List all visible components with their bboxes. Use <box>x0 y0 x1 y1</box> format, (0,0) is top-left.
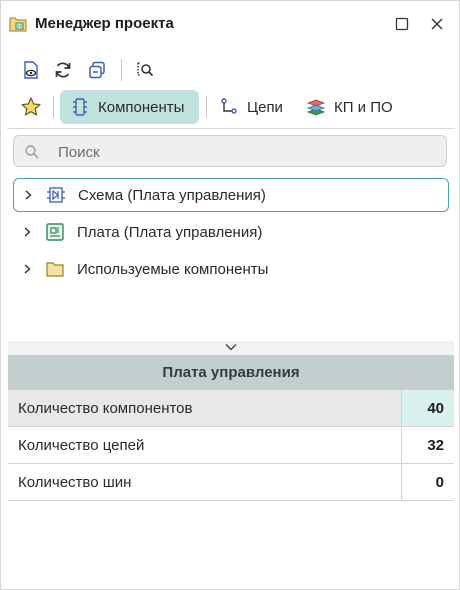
properties-table: Плата управления Количество компонентов … <box>8 355 454 501</box>
chevron-right-icon[interactable] <box>17 184 39 206</box>
table-row[interactable]: Количество компонентов 40 <box>8 390 454 427</box>
schematic-icon <box>44 183 68 207</box>
tree-item-schematic[interactable]: Схема (Плата управления) <box>13 178 449 212</box>
project-tree: Схема (Плата управления) Плата (Плата уп… <box>13 178 449 289</box>
tabs-separator-left <box>53 96 54 118</box>
refresh-icon[interactable] <box>51 58 75 82</box>
property-value: 32 <box>401 427 454 463</box>
table-row[interactable]: Количество цепей 32 <box>8 427 454 464</box>
search-input[interactable]: Поиск <box>13 135 447 167</box>
net-icon <box>217 95 241 119</box>
board-icon <box>43 220 67 244</box>
property-key: Количество шин <box>18 473 132 491</box>
project-manager-panel: Менеджер проекта Компоненты Цепи КП и ПО… <box>0 0 460 590</box>
folder-icon <box>43 257 67 281</box>
tree-item-board[interactable]: Плата (Плата управления) <box>13 215 449 249</box>
document-view-icon[interactable] <box>19 58 43 82</box>
panel-splitter[interactable] <box>8 341 454 355</box>
property-key: Количество компонентов <box>18 399 193 417</box>
chevron-right-icon[interactable] <box>16 221 38 243</box>
tab-layers[interactable]: КП и ПО <box>304 90 404 124</box>
tree-item-used-components[interactable]: Используемые компоненты <box>13 252 449 286</box>
tab-nets-label: Цепи <box>247 98 283 116</box>
tree-item-label: Схема (Плата управления) <box>78 186 266 204</box>
tabs-separator-right <box>206 96 207 118</box>
search-placeholder: Поиск <box>58 144 100 161</box>
title-bar: Менеджер проекта <box>1 1 459 45</box>
tab-components[interactable]: Компоненты <box>60 90 199 124</box>
tab-layers-label: КП и ПО <box>334 98 393 116</box>
layers-icon <box>304 95 328 119</box>
project-manager-icon <box>9 15 27 33</box>
copy-icon[interactable] <box>85 58 109 82</box>
properties-header: Плата управления <box>8 355 454 390</box>
toolbar <box>1 55 459 85</box>
property-value: 0 <box>401 464 454 500</box>
toolbar-separator <box>121 59 122 81</box>
toolbar-divider <box>7 128 455 129</box>
view-tabs: Компоненты Цепи КП и ПО <box>1 89 459 125</box>
close-button[interactable] <box>426 13 448 35</box>
tab-components-label: Компоненты <box>98 98 185 116</box>
component-icon <box>68 95 92 119</box>
favorites-star-icon[interactable] <box>19 95 43 119</box>
window-title: Менеджер проекта <box>35 15 174 32</box>
table-row[interactable]: Количество шин 0 <box>8 464 454 501</box>
tree-item-label: Плата (Плата управления) <box>77 223 263 241</box>
tree-item-label: Используемые компоненты <box>77 260 269 278</box>
search-icon <box>24 144 40 160</box>
search-list-icon[interactable] <box>133 58 157 82</box>
maximize-button[interactable] <box>391 13 413 35</box>
chevron-right-icon[interactable] <box>16 258 38 280</box>
property-key: Количество цепей <box>18 436 145 454</box>
property-value: 40 <box>401 390 454 426</box>
tab-nets[interactable]: Цепи <box>217 90 293 124</box>
